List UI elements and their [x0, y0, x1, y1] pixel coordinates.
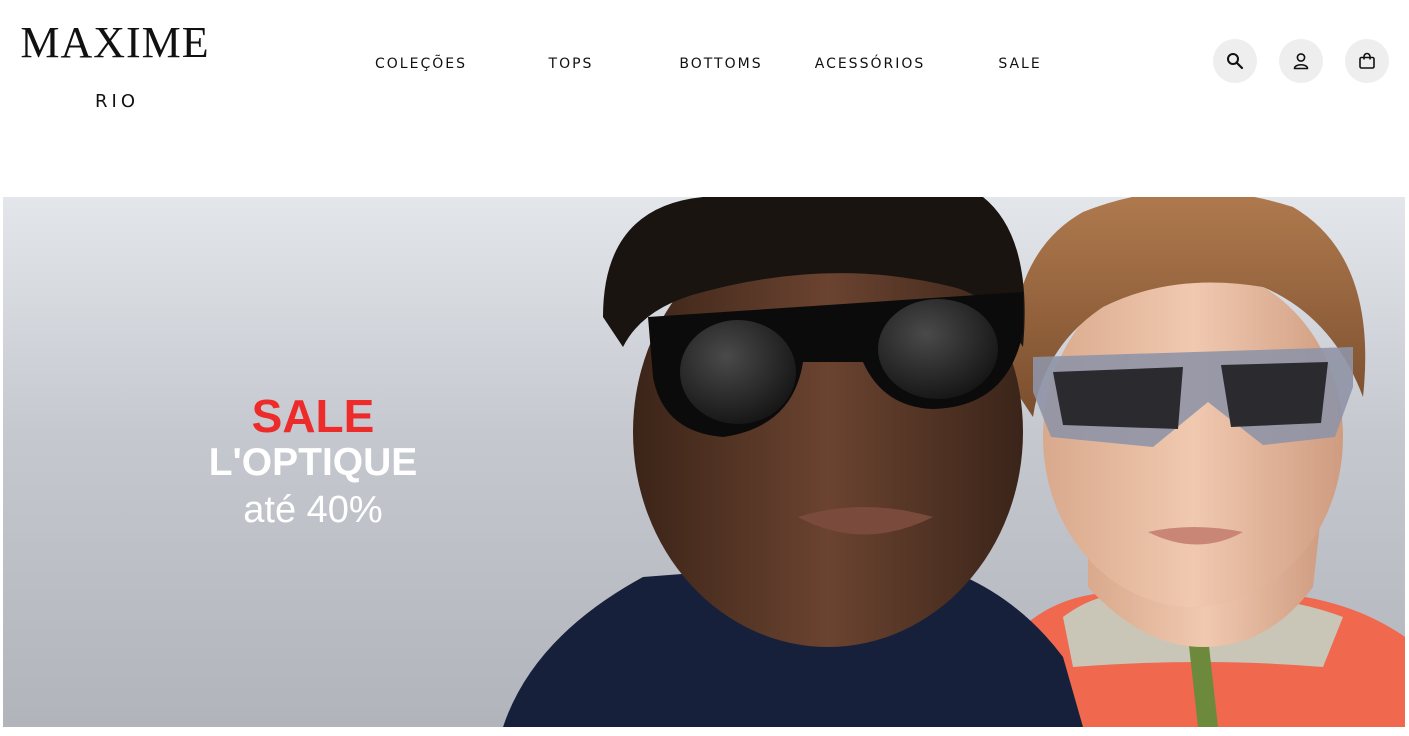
nav-item-sale[interactable]: SALE	[945, 54, 1095, 74]
nav-item-tops[interactable]: TOPS	[496, 54, 646, 74]
hero-title: L'OPTIQUE	[208, 441, 418, 484]
nav-item-colecoes[interactable]: COLEÇÕES	[346, 54, 496, 74]
hero-discount: até 40%	[243, 489, 383, 531]
nav-item-acessorios[interactable]: ACESSÓRIOS	[795, 54, 945, 74]
nav-item-bottoms[interactable]: BOTTOMS	[646, 54, 796, 74]
hero-promo: SALE L'OPTIQUE até 40%	[163, 392, 463, 532]
hero-banner[interactable]: SALE L'OPTIQUE até 40%	[3, 197, 1405, 727]
brand-city: RIO	[95, 91, 139, 112]
search-icon	[1226, 52, 1244, 70]
account-button[interactable]	[1279, 39, 1323, 83]
site-header: MAXIME RIO COLEÇÕES TOPS BOTTOMS ACESSÓR…	[0, 0, 1409, 197]
cart-button[interactable]	[1345, 39, 1389, 83]
user-icon	[1292, 52, 1310, 70]
shopping-bag-icon	[1358, 52, 1376, 70]
search-button[interactable]	[1213, 39, 1257, 83]
main-nav: COLEÇÕES TOPS BOTTOMS ACESSÓRIOS SALE	[0, 54, 1409, 76]
hero-sale-label: SALE	[251, 390, 375, 442]
